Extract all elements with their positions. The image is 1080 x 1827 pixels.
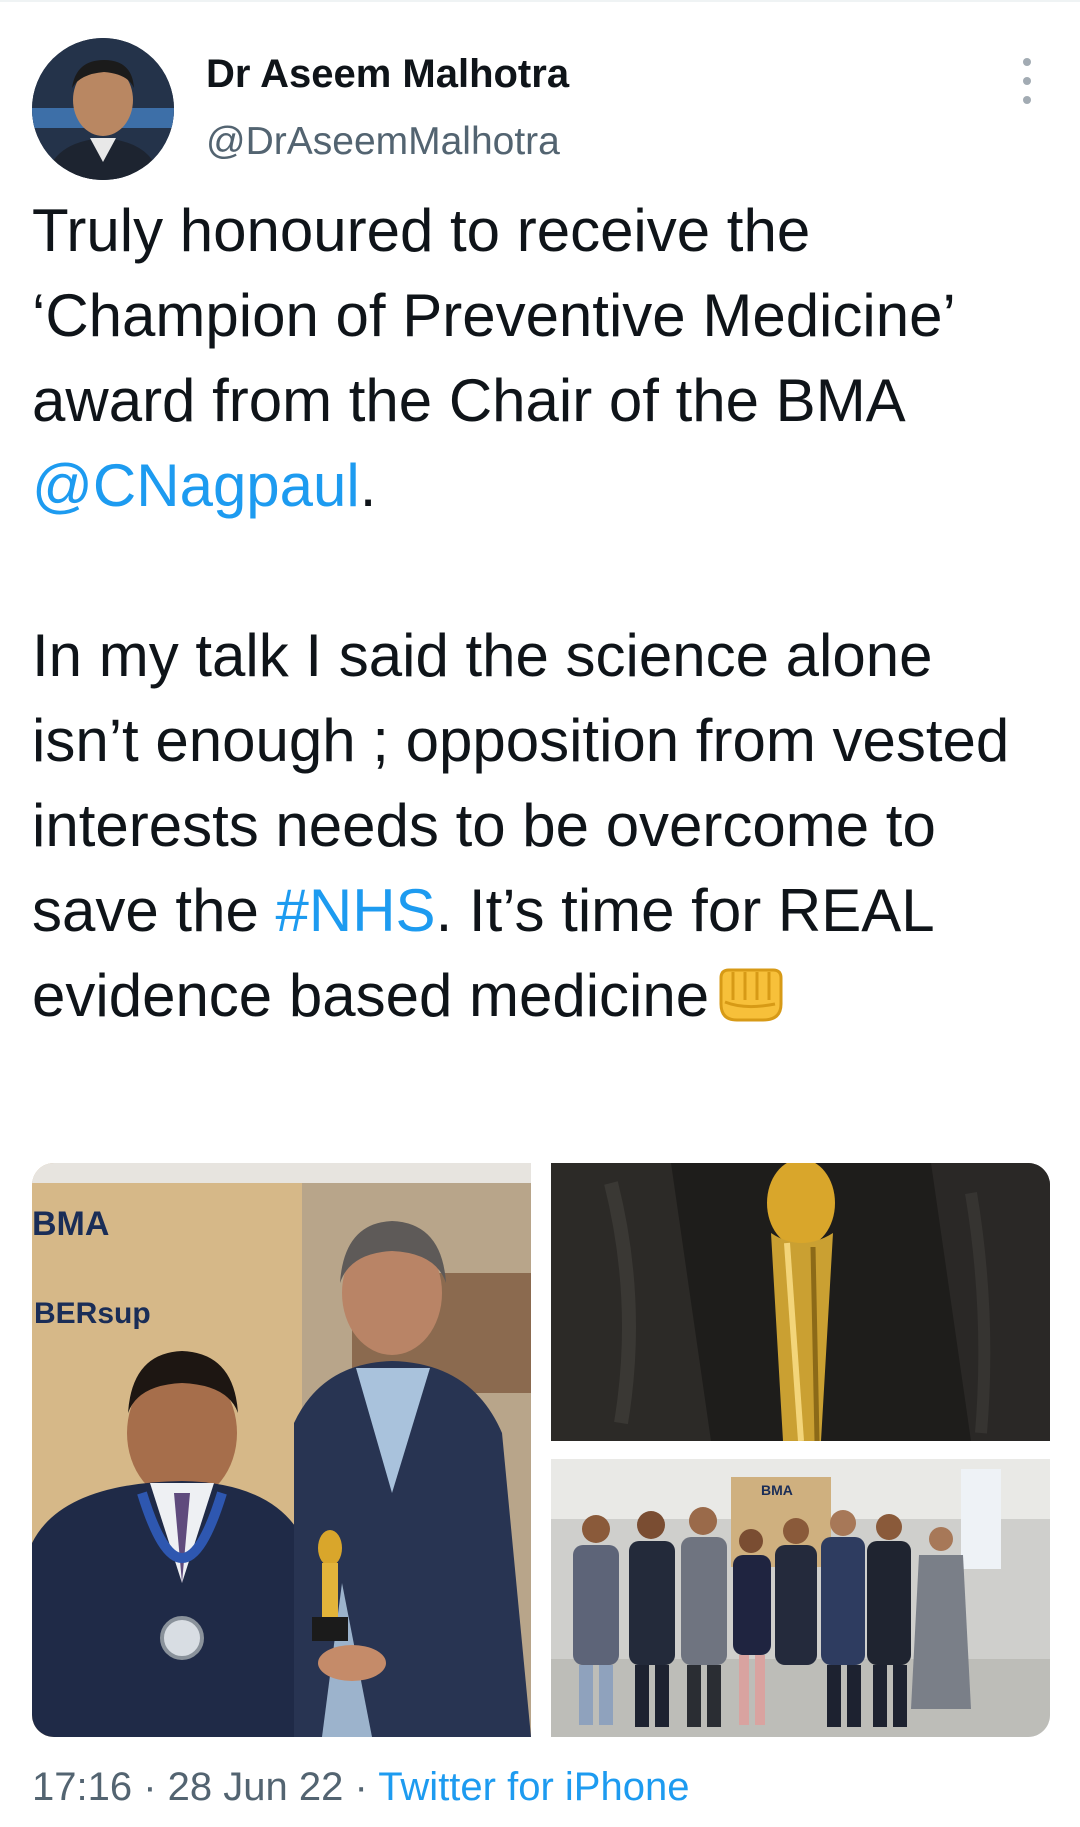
tweet-paragraph-2: In my talk I said the science alone isn’… [32,613,1052,1038]
meta-separator: · [343,1765,379,1809]
avatar[interactable] [32,38,174,180]
tweet-text-segment: Truly honoured to receive the ‘Champion … [32,197,954,434]
author-handle[interactable]: @DrAseemMalhotra [206,120,560,164]
photo-sign-sup: BERsup [34,1297,151,1330]
photo-sign-bma-2: BMA [761,1482,793,1498]
top-divider [0,0,1080,2]
photo-sign-bma: BMA [32,1205,109,1243]
tweet-meta: 17:16 · 28 Jun 22 · Twitter for iPhone [32,1765,689,1810]
tweet-paragraph-1: Truly honoured to receive the ‘Champion … [32,188,1052,528]
tweet-time[interactable]: 17:16 [32,1765,132,1809]
oncoming-fist-icon [715,961,787,1022]
tweet-text: Truly honoured to receive the ‘Champion … [32,188,1052,1038]
tweet-photo-1[interactable]: BMA BERsup [32,1163,531,1737]
author-display-name[interactable]: Dr Aseem Malhotra [206,52,569,97]
meta-separator: · [132,1765,168,1809]
tweet-photo-3[interactable]: BMA [551,1459,1050,1737]
more-options-icon[interactable] [1012,58,1042,104]
tweet-source-link[interactable]: Twitter for iPhone [378,1765,689,1809]
tweet-text-segment: . [359,452,377,519]
tweet-date[interactable]: 28 Jun 22 [168,1765,344,1809]
hashtag-link[interactable]: #NHS [276,877,436,944]
tweet-photo-2[interactable] [551,1163,1050,1441]
mention-link[interactable]: @CNagpaul [32,452,360,519]
